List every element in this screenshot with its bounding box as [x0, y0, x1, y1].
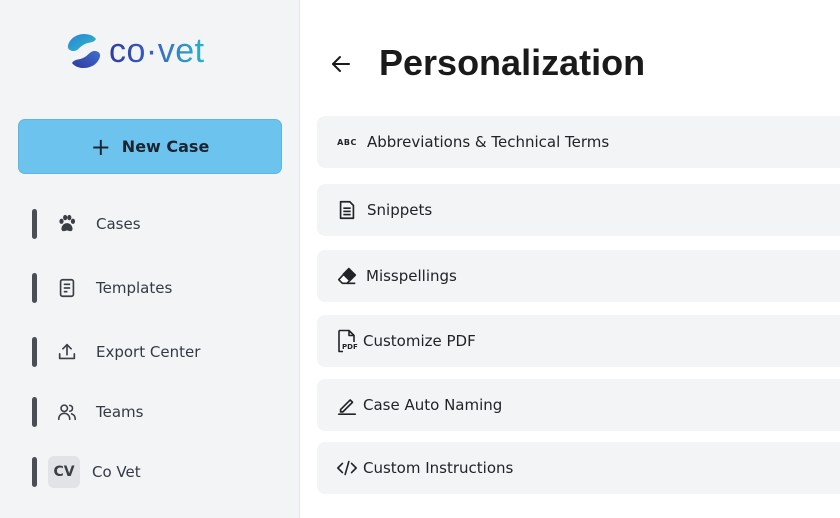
document-icon	[55, 276, 79, 300]
row-misspellings[interactable]: Misspellings	[317, 250, 840, 302]
paw-icon	[55, 212, 79, 236]
pdf-file-icon: PDF	[335, 329, 359, 353]
nav-indicator	[32, 209, 37, 239]
document-lines-icon	[335, 198, 359, 222]
row-label: Case Auto Naming	[363, 396, 503, 414]
avatar: CV	[48, 456, 80, 488]
eraser-icon	[335, 264, 359, 288]
row-custom-instructions[interactable]: Custom Instructions	[317, 442, 840, 494]
row-case-auto-naming[interactable]: Case Auto Naming	[317, 379, 840, 431]
new-case-button[interactable]: + New Case	[18, 119, 282, 174]
main-content: Personalization ABC Abbreviations & Tech…	[300, 0, 840, 518]
row-label: Custom Instructions	[363, 459, 514, 477]
row-abbreviations[interactable]: ABC Abbreviations & Technical Terms	[317, 116, 840, 168]
nav-indicator	[32, 397, 37, 427]
pencil-icon	[335, 393, 359, 417]
logo[interactable]: co·vet	[66, 31, 205, 71]
back-arrow-icon[interactable]	[329, 52, 353, 76]
abc-icon: ABC	[337, 137, 357, 147]
row-label: Snippets	[367, 201, 433, 219]
nav-indicator	[32, 457, 37, 487]
covet-logo-icon	[67, 33, 101, 69]
sidebar-item-label: Cases	[96, 215, 141, 233]
sidebar-item-profile[interactable]: CV Co Vet	[32, 456, 141, 488]
row-label: Misspellings	[366, 267, 457, 285]
plus-icon: +	[90, 132, 111, 161]
brand-name: co·vet	[109, 32, 205, 70]
sidebar-item-label: Export Center	[96, 343, 201, 361]
sidebar-item-templates[interactable]: Templates	[32, 272, 172, 304]
page-title: Personalization	[379, 42, 646, 83]
row-label: Abbreviations & Technical Terms	[367, 133, 610, 151]
sidebar-item-export-center[interactable]: Export Center	[32, 336, 200, 368]
sidebar: co·vet + New Case Cases Templates Export…	[0, 0, 300, 518]
sidebar-item-label: Co Vet	[92, 463, 141, 481]
row-snippets[interactable]: Snippets	[317, 184, 840, 236]
sidebar-item-label: Teams	[96, 403, 144, 421]
new-case-label: New Case	[121, 137, 210, 156]
row-label: Customize PDF	[363, 332, 476, 350]
sidebar-item-teams[interactable]: Teams	[32, 396, 143, 428]
nav-indicator	[32, 337, 37, 367]
sidebar-item-label: Templates	[96, 279, 173, 297]
upload-icon	[55, 340, 79, 364]
row-customize-pdf[interactable]: PDF Customize PDF	[317, 315, 840, 367]
sidebar-item-cases[interactable]: Cases	[32, 208, 141, 240]
users-icon	[55, 400, 79, 424]
code-icon	[335, 456, 359, 480]
nav-indicator	[32, 273, 37, 303]
